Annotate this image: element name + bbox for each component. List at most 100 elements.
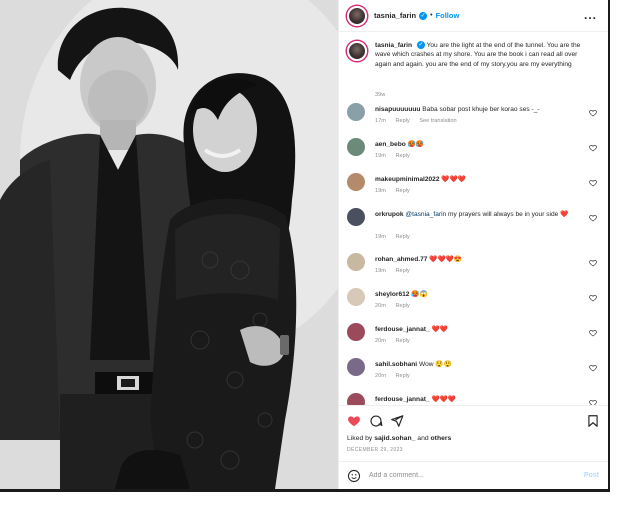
- commenter-avatar[interactable]: [347, 138, 365, 156]
- author-username[interactable]: tasnia_farin: [374, 11, 416, 20]
- comment-text: ❤️❤️❤️: [431, 396, 457, 403]
- comment-item: nisapuuuuuuu Baba sobar post khuje ber k…: [347, 103, 601, 133]
- likes-prefix: Liked by: [347, 435, 375, 442]
- comment-username[interactable]: aen_bebo: [375, 141, 406, 148]
- emoji-picker-icon[interactable]: [347, 469, 361, 483]
- commenter-avatar[interactable]: [347, 173, 365, 191]
- couple-photo-illustration: [0, 0, 338, 489]
- comment-username[interactable]: nisapuuuuuuu: [375, 106, 420, 113]
- comment-text: my prayers will always be in your side ❤…: [446, 211, 569, 218]
- comment-username[interactable]: ferdouse_jannat_: [375, 396, 430, 403]
- post-comment-button[interactable]: Post: [584, 472, 599, 479]
- comment-input[interactable]: [369, 472, 569, 479]
- comment-mention[interactable]: @tasnia_farin: [405, 211, 446, 218]
- comment-like-heart-icon[interactable]: [589, 329, 597, 337]
- comment-username[interactable]: ferdouse_jannat_: [375, 326, 430, 333]
- comment-meta: 20m Reply: [375, 373, 418, 379]
- comment-username[interactable]: makeupminimal2022: [375, 176, 440, 183]
- add-comment-bar: Post: [339, 461, 609, 489]
- comment-time: 20m: [375, 373, 386, 379]
- caption-avatar[interactable]: [347, 41, 367, 61]
- comment-time: 17m: [375, 118, 386, 124]
- comment-time: 19m: [375, 268, 386, 274]
- caption-username[interactable]: tasnia_farin: [375, 42, 412, 49]
- comment-username[interactable]: orkrupok: [375, 211, 404, 218]
- comment-username[interactable]: sahil.sobhani: [375, 361, 417, 368]
- commenter-avatar[interactable]: [347, 208, 365, 226]
- comment-text: ❤️❤️❤️😍: [429, 256, 463, 263]
- author-avatar[interactable]: [347, 5, 367, 26]
- comment-item: orkrupok @tasnia_farin my prayers will a…: [347, 208, 601, 248]
- comment-like-heart-icon[interactable]: [589, 144, 597, 152]
- comment-like-heart-icon[interactable]: [589, 364, 597, 372]
- comment-item: ferdouse_jannat_ ❤️❤️ 20m Reply: [347, 323, 601, 353]
- post-actions-bar: [339, 405, 609, 429]
- comment-time: 19m: [375, 153, 386, 159]
- commenter-avatar[interactable]: [347, 288, 365, 306]
- comment-time: 20m: [375, 303, 386, 309]
- comment-text: ❤️❤️: [431, 326, 448, 333]
- comment-time: 19m: [375, 234, 386, 240]
- comment-text: ❤️❤️❤️: [441, 176, 466, 183]
- commenter-avatar[interactable]: [347, 358, 365, 376]
- likes-summary: Liked by sajid.sohan_ and others: [347, 435, 451, 442]
- comment-username[interactable]: rohan_ahmed.77: [375, 256, 427, 263]
- share-send-icon[interactable]: [390, 414, 404, 428]
- post-side-panel: tasnia_farin ✓ • Follow ... tasnia_farin…: [338, 0, 609, 489]
- commenter-avatar[interactable]: [347, 103, 365, 121]
- comment-meta: 19m Reply: [375, 268, 418, 274]
- reply-button[interactable]: Reply: [395, 268, 409, 274]
- comment-like-heart-icon[interactable]: [589, 179, 597, 187]
- comment-body: orkrupok @tasnia_farin my prayers will a…: [375, 210, 583, 219]
- commenter-avatar[interactable]: [347, 393, 365, 405]
- comment-text: 🥵🥵: [407, 141, 425, 148]
- comment-like-heart-icon[interactable]: [589, 214, 597, 222]
- window-edge-right: [608, 0, 610, 492]
- comments-list[interactable]: tasnia_farin ✓ You are the light at the …: [339, 33, 609, 405]
- caption-time: 39w: [375, 92, 386, 98]
- post-header: tasnia_farin ✓ • Follow ...: [339, 0, 609, 32]
- caption-text-block: tasnia_farin ✓ You are the light at the …: [375, 41, 595, 69]
- follow-button[interactable]: Follow: [436, 11, 460, 20]
- reply-button[interactable]: Reply: [395, 234, 409, 240]
- comment-body: sahil.sobhani Wow 😲😲: [375, 360, 583, 369]
- comment-item: aen_bebo 🥵🥵 19m Reply: [347, 138, 601, 168]
- reply-button[interactable]: Reply: [395, 153, 409, 159]
- comment-meta: 19m Reply: [375, 234, 418, 240]
- comment-item: rohan_ahmed.77 ❤️❤️❤️😍 19m Reply: [347, 253, 601, 283]
- comment-bubble-icon[interactable]: [369, 414, 383, 428]
- comment-body: rohan_ahmed.77 ❤️❤️❤️😍: [375, 255, 583, 264]
- more-options-button[interactable]: ...: [584, 8, 597, 22]
- likes-middle: and: [415, 435, 431, 442]
- post-date: DECEMBER 29, 2023: [347, 447, 403, 453]
- comment-like-heart-icon[interactable]: [589, 294, 597, 302]
- comment-meta: 20m Reply: [375, 338, 418, 344]
- reply-button[interactable]: Reply: [395, 118, 409, 124]
- commenter-avatar[interactable]: [347, 253, 365, 271]
- likes-others-link[interactable]: others: [431, 435, 452, 442]
- comment-item: sahil.sobhani Wow 😲😲 20m Reply: [347, 358, 601, 388]
- comment-like-heart-icon[interactable]: [589, 259, 597, 267]
- reply-button[interactable]: Reply: [395, 338, 409, 344]
- likes-user-link[interactable]: sajid.sohan_: [374, 435, 415, 442]
- comment-item: ferdouse_jannat_ ❤️❤️❤️: [347, 393, 601, 405]
- comment-text: Wow 😲😲: [418, 361, 452, 368]
- comment-meta: 19m Reply: [375, 188, 418, 194]
- separator-dot: •: [430, 12, 433, 19]
- comment-username[interactable]: sheylor612: [375, 291, 409, 298]
- post-photo[interactable]: [0, 0, 338, 489]
- caption-verified-icon: ✓: [416, 41, 425, 50]
- comment-item: makeupminimal2022 ❤️❤️❤️ 19m Reply: [347, 173, 601, 203]
- like-heart-icon[interactable]: [347, 414, 361, 428]
- comment-like-heart-icon[interactable]: [589, 109, 597, 117]
- bookmark-icon[interactable]: [586, 414, 600, 428]
- window-edge-bottom: [0, 489, 610, 492]
- comment-time: 19m: [375, 188, 386, 194]
- comment-item: sheylor612 🥵😱 20m Reply: [347, 288, 601, 318]
- commenter-avatar[interactable]: [347, 323, 365, 341]
- reply-button[interactable]: Reply: [395, 303, 409, 309]
- reply-button[interactable]: Reply: [395, 188, 409, 194]
- reply-button[interactable]: Reply: [395, 373, 409, 379]
- see-translation-button[interactable]: See translation: [419, 118, 456, 124]
- verified-badge-icon: ✓: [419, 11, 428, 20]
